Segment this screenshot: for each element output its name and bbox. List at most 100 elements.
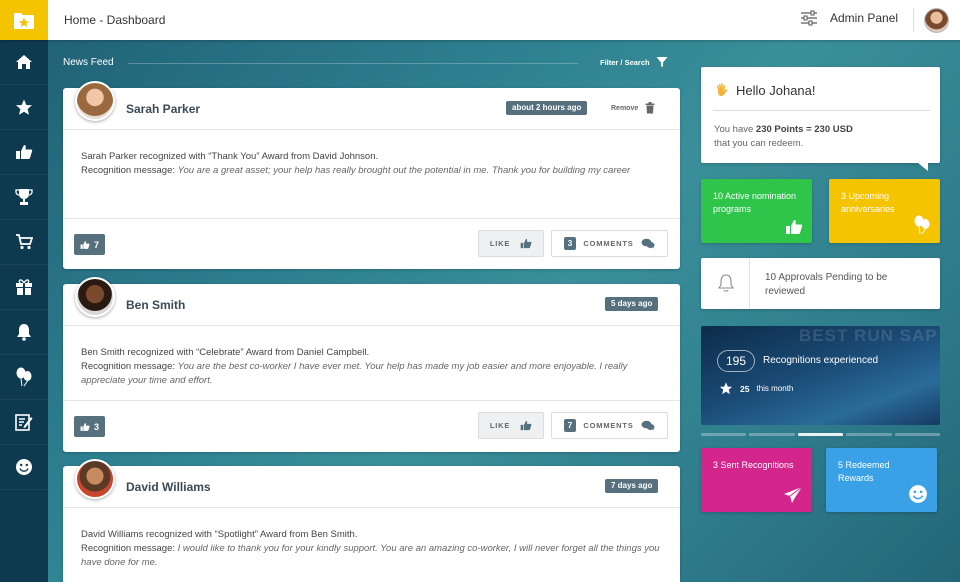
like-count: 3 <box>94 421 100 432</box>
sent-recognitions-tile[interactable]: 3 Sent Recognitions <box>701 448 812 512</box>
points-prefix: You have <box>714 124 756 135</box>
greeting-text: Hello Johana! <box>736 82 816 98</box>
time-badge: 7 days ago <box>605 479 659 493</box>
speech-tail <box>918 163 928 171</box>
post-message: Recognition message: You are a great ass… <box>81 164 662 178</box>
carousel-dot[interactable] <box>894 433 941 436</box>
like-label: LIKE <box>489 239 511 248</box>
active-nominations-tile[interactable]: 10 Active nomination programs <box>701 179 812 243</box>
tile-label: 5 Redeemed Rewards <box>838 460 890 483</box>
feed-post: Sarah Parker about 2 hours ago Remove Sa… <box>63 81 680 269</box>
post-body: David Williams recognized with “Spotligh… <box>63 508 680 570</box>
folder-star-icon <box>14 13 34 29</box>
like-button[interactable]: LIKE <box>478 412 544 439</box>
time-badge: about 2 hours ago <box>506 101 588 115</box>
monthly-summary: 25 this month <box>719 382 793 395</box>
comments-button[interactable]: 7 COMMENTS <box>551 412 668 439</box>
like-label: LIKE <box>489 421 511 430</box>
feed-post: David Williams 7 days ago David Williams… <box>63 459 680 582</box>
balloons-icon <box>16 367 32 387</box>
sidebar-item-favorites[interactable] <box>0 85 48 130</box>
points-suffix: that you can redeem. <box>714 138 804 149</box>
top-bar: Home - Dashboard Admin Panel <box>0 0 960 40</box>
sidebar-item-home[interactable] <box>0 40 48 85</box>
carousel-dot[interactable] <box>749 433 795 436</box>
recognitions-slide[interactable]: BEST RUN SAP 195 Recognitions experience… <box>701 326 940 425</box>
greeting-card: Hello Johana! You have 230 Points = 230 … <box>701 67 940 171</box>
sidebar-item-rewards[interactable] <box>0 265 48 310</box>
carousel-indicators <box>701 433 941 436</box>
carousel-dot[interactable] <box>701 433 747 436</box>
points-value: 230 Points = 230 USD <box>755 124 853 135</box>
remove-button[interactable]: Remove <box>611 102 655 114</box>
admin-panel-label: Admin Panel <box>830 11 899 25</box>
like-count-badge: 3 <box>74 416 106 437</box>
sidebar-item-shop[interactable] <box>0 220 48 265</box>
post-author-name[interactable]: David Williams <box>126 480 211 494</box>
star-icon <box>16 99 32 115</box>
sidebar-item-awards[interactable] <box>0 175 48 220</box>
comments-button[interactable]: 3 COMMENTS <box>551 230 668 257</box>
breadcrumb[interactable]: Home - Dashboard <box>64 13 165 27</box>
recognition-message-label: Recognition message: <box>81 543 178 554</box>
sidebar-item-feedback[interactable] <box>0 445 48 490</box>
tile-label: 3 Sent Recognitions <box>713 460 794 470</box>
monthly-label: this month <box>756 384 794 393</box>
gift-icon <box>16 279 32 295</box>
thumbs-up-icon <box>16 145 33 159</box>
carousel-dot[interactable] <box>846 433 892 436</box>
post-body: Ben Smith recognized with “Celebrate” Aw… <box>63 326 680 388</box>
carousel-dot-active[interactable] <box>797 433 844 436</box>
post-award-line: David Williams recognized with “Spotligh… <box>81 529 358 540</box>
post-footer: 3 LIKE 7 COMMENTS <box>63 400 680 450</box>
post-header: Sarah Parker about 2 hours ago Remove <box>63 81 680 130</box>
comment-bubbles-icon <box>641 238 655 249</box>
star-icon <box>719 382 733 395</box>
avatar[interactable] <box>75 459 115 499</box>
post-award-line: Ben Smith recognized with “Celebrate” Aw… <box>81 347 370 358</box>
news-feed-title: News Feed <box>63 57 114 68</box>
paper-plane-icon <box>784 486 803 503</box>
comments-label: COMMENTS <box>583 239 634 248</box>
post-footer: 7 LIKE 3 COMMENTS <box>63 218 680 268</box>
post-message: Recognition message: You are the best co… <box>81 360 662 388</box>
time-badge: 5 days ago <box>605 297 659 311</box>
post-author-name[interactable]: Ben Smith <box>126 298 185 312</box>
user-avatar[interactable] <box>924 8 949 33</box>
post-award-line: Sarah Parker recognized with “Thank You”… <box>81 151 379 162</box>
avatar[interactable] <box>75 277 115 317</box>
filter-search-button[interactable]: Filter / Search <box>600 56 668 68</box>
post-header: David Williams 7 days ago <box>63 459 680 508</box>
redeemed-rewards-tile[interactable]: 5 Redeemed Rewards <box>826 448 937 512</box>
sidebar-item-nominate[interactable] <box>0 400 48 445</box>
divider <box>713 110 930 111</box>
points-summary: You have 230 Points = 230 USD that you c… <box>714 123 853 151</box>
slide-background-text: BEST RUN SAP <box>799 326 938 345</box>
like-button[interactable]: LIKE <box>478 230 544 257</box>
avatar[interactable] <box>75 81 115 121</box>
divider <box>913 8 914 32</box>
thumbs-up-icon <box>520 420 532 431</box>
recognition-message-text: You are a great asset; your help has rea… <box>177 165 631 176</box>
cart-icon <box>16 234 33 250</box>
sidebar-item-notifications[interactable] <box>0 310 48 355</box>
post-author-name[interactable]: Sarah Parker <box>126 102 200 116</box>
upcoming-anniversaries-tile[interactable]: 3 Upcoming anniversaries <box>829 179 940 243</box>
sidebar-item-likes[interactable] <box>0 130 48 175</box>
comment-count: 3 <box>564 237 577 250</box>
waving-hand-icon <box>716 83 728 96</box>
comments-label: COMMENTS <box>583 421 634 430</box>
sidebar-item-celebrations[interactable] <box>0 355 48 400</box>
recognition-message-label: Recognition message: <box>81 361 178 372</box>
divider <box>128 63 578 64</box>
like-count-badge: 7 <box>74 234 106 255</box>
divider <box>749 258 750 309</box>
thumbs-up-icon <box>520 238 532 249</box>
trash-icon <box>645 102 655 114</box>
trophy-icon <box>15 189 33 205</box>
sliders-icon <box>801 10 817 26</box>
pending-approvals-card[interactable]: 10 Approvals Pending to be reviewed <box>701 258 940 309</box>
feed-post: Ben Smith 5 days ago Ben Smith recognize… <box>63 277 680 452</box>
app-logo[interactable] <box>0 0 48 40</box>
admin-panel-link[interactable]: Admin Panel <box>800 10 898 26</box>
